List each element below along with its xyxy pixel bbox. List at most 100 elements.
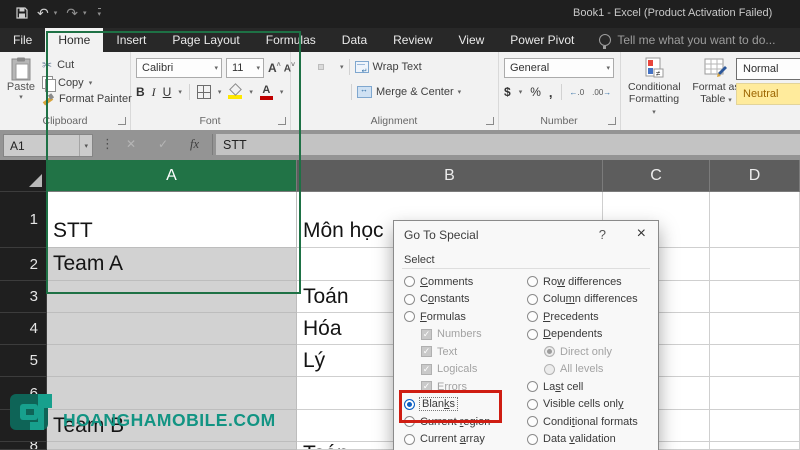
cancel-icon[interactable]: ✕ xyxy=(126,137,136,151)
conditional-formatting-dropdown-icon[interactable]: ▾ xyxy=(652,109,656,116)
merge-center-button[interactable]: Merge & Center ▾ xyxy=(357,85,462,98)
fill-color-button[interactable] xyxy=(228,83,243,99)
cell-D4[interactable] xyxy=(710,313,800,345)
checkbox-text[interactable]: ✓ xyxy=(421,346,432,358)
number-format-dropdown-icon[interactable]: ▾ xyxy=(601,64,610,72)
name-box-dropdown-icon[interactable]: ▾ xyxy=(79,135,92,156)
cell-A2[interactable]: Team A xyxy=(47,248,297,281)
row-header-7[interactable]: 7 xyxy=(0,410,47,442)
cell-A3[interactable] xyxy=(47,281,297,313)
italic-button[interactable]: I xyxy=(152,85,156,100)
cell-D7[interactable] xyxy=(710,410,800,442)
wrap-text-button[interactable]: Wrap Text xyxy=(354,61,422,75)
underline-dropdown-icon[interactable]: ▾ xyxy=(178,88,182,96)
tab-data[interactable]: Data xyxy=(329,28,380,52)
radio-formulas[interactable] xyxy=(404,311,415,323)
formula-input[interactable]: STT xyxy=(216,134,800,155)
radio-current-array[interactable] xyxy=(404,433,415,445)
radio-blanks[interactable] xyxy=(404,398,415,410)
dialog-option-formulas[interactable]: Formulas xyxy=(404,308,524,326)
redo-dropdown-icon[interactable]: ▾ xyxy=(83,9,87,17)
number-dialog-launcher-icon[interactable] xyxy=(608,117,616,125)
dialog-option-visible-cells-only[interactable]: Visible cells only xyxy=(527,396,655,414)
align-top-button[interactable] xyxy=(296,64,302,70)
row-header-3[interactable]: 3 xyxy=(0,281,47,313)
insert-function-button[interactable]: fx xyxy=(190,137,199,152)
radio-visible-cells-only[interactable] xyxy=(527,398,538,410)
cell-A4[interactable] xyxy=(47,313,297,345)
dialog-option-all-levels[interactable]: All levels xyxy=(544,361,655,379)
cell-D5[interactable] xyxy=(710,345,800,377)
cut-button[interactable]: ✂ Cut xyxy=(42,58,132,72)
customize-qat-icon[interactable]: ▾ xyxy=(97,8,102,18)
borders-icon[interactable] xyxy=(196,85,211,99)
paste-dropdown-icon[interactable]: ▾ xyxy=(4,93,38,101)
font-color-dropdown-icon[interactable]: ▾ xyxy=(280,88,284,96)
fill-color-dropdown-icon[interactable]: ▾ xyxy=(249,88,253,96)
increase-indent-button[interactable] xyxy=(340,89,346,95)
tab-formulas[interactable]: Formulas xyxy=(253,28,329,52)
font-name-combo[interactable]: Calibri ▾ xyxy=(136,58,222,78)
cell-D3[interactable] xyxy=(710,281,800,313)
radio-data-validation[interactable] xyxy=(527,433,538,445)
row-header-1[interactable]: 1 xyxy=(0,192,47,248)
radio-row-differences[interactable] xyxy=(527,276,538,288)
row-header-6[interactable]: 6 xyxy=(0,377,47,410)
increase-decimal-button[interactable]: ←.0 xyxy=(570,88,585,97)
align-left-button[interactable] xyxy=(296,89,302,95)
row-header-4[interactable]: 4 xyxy=(0,313,47,345)
cell-D2[interactable] xyxy=(710,248,800,281)
cell-A1[interactable]: STT xyxy=(47,192,297,248)
cell-A5[interactable] xyxy=(47,345,297,377)
decrease-decimal-button[interactable]: .00→ xyxy=(592,88,611,97)
paste-button[interactable]: Paste ▾ xyxy=(4,57,38,101)
merge-center-dropdown-icon[interactable]: ▾ xyxy=(458,88,462,96)
font-name-dropdown-icon[interactable]: ▾ xyxy=(209,64,218,72)
radio-column-differences[interactable] xyxy=(527,293,538,305)
dialog-title-bar[interactable]: Go To Special ? × xyxy=(394,221,658,247)
copy-dropdown-icon[interactable]: ▾ xyxy=(89,79,93,87)
name-box[interactable]: A1 ▾ xyxy=(3,134,93,157)
dialog-option-dependents[interactable]: Dependents xyxy=(527,326,655,344)
undo-dropdown-icon[interactable]: ▾ xyxy=(54,9,58,17)
column-header-d[interactable]: D xyxy=(710,160,800,192)
dialog-option-current-array[interactable]: Current array xyxy=(404,431,524,449)
radio-comments[interactable] xyxy=(404,276,415,288)
cell-A6[interactable] xyxy=(47,377,297,410)
dialog-option-blanks[interactable]: Blanks xyxy=(404,396,524,414)
radio-current-region[interactable] xyxy=(404,416,415,428)
comma-button[interactable]: , xyxy=(549,85,553,100)
dialog-option-last-cell[interactable]: Last cell xyxy=(527,378,655,396)
row-header-2[interactable]: 2 xyxy=(0,248,47,281)
checkbox-numbers[interactable]: ✓ xyxy=(421,328,432,340)
bold-button[interactable]: B xyxy=(136,85,145,99)
conditional-formatting-button[interactable]: ≠ Conditional Formatting ▾ xyxy=(628,57,681,119)
undo-icon[interactable]: ↶ xyxy=(37,5,49,21)
tab-home[interactable]: Home xyxy=(45,28,104,52)
dialog-option-data-validation[interactable]: Data validation xyxy=(527,431,655,449)
tab-insert[interactable]: Insert xyxy=(103,28,159,52)
font-color-button[interactable]: A xyxy=(259,84,273,100)
clipboard-dialog-launcher-icon[interactable] xyxy=(118,117,126,125)
tell-me-box[interactable]: Tell me what you want to do... xyxy=(599,28,775,52)
dialog-option-precedents[interactable]: Precedents xyxy=(527,308,655,326)
tab-review[interactable]: Review xyxy=(380,28,445,52)
cell-style-normal[interactable]: Normal xyxy=(736,58,800,80)
tab-page-layout[interactable]: Page Layout xyxy=(159,28,252,52)
number-format-combo[interactable]: General ▾ xyxy=(504,58,614,78)
dialog-option-comments[interactable]: Comments xyxy=(404,273,524,291)
decrease-indent-button[interactable] xyxy=(329,89,335,95)
dialog-option-row-differences[interactable]: Row differences xyxy=(527,273,655,291)
cell-D8[interactable] xyxy=(710,442,800,450)
cell-A7[interactable]: Team B xyxy=(47,410,297,442)
radio-last-cell[interactable] xyxy=(527,381,538,393)
radio-conditional-formats[interactable] xyxy=(527,416,538,428)
row-header-5[interactable]: 5 xyxy=(0,345,47,377)
dialog-option-current-region[interactable]: Current region xyxy=(404,413,524,431)
grow-font-button[interactable]: A˄ xyxy=(268,61,281,75)
column-header-b[interactable]: B xyxy=(297,160,603,192)
radio-dependents[interactable] xyxy=(527,328,538,340)
currency-dropdown-icon[interactable]: ▾ xyxy=(519,88,523,96)
underline-button[interactable]: U xyxy=(163,85,172,99)
dialog-help-button[interactable]: ? xyxy=(599,227,606,242)
